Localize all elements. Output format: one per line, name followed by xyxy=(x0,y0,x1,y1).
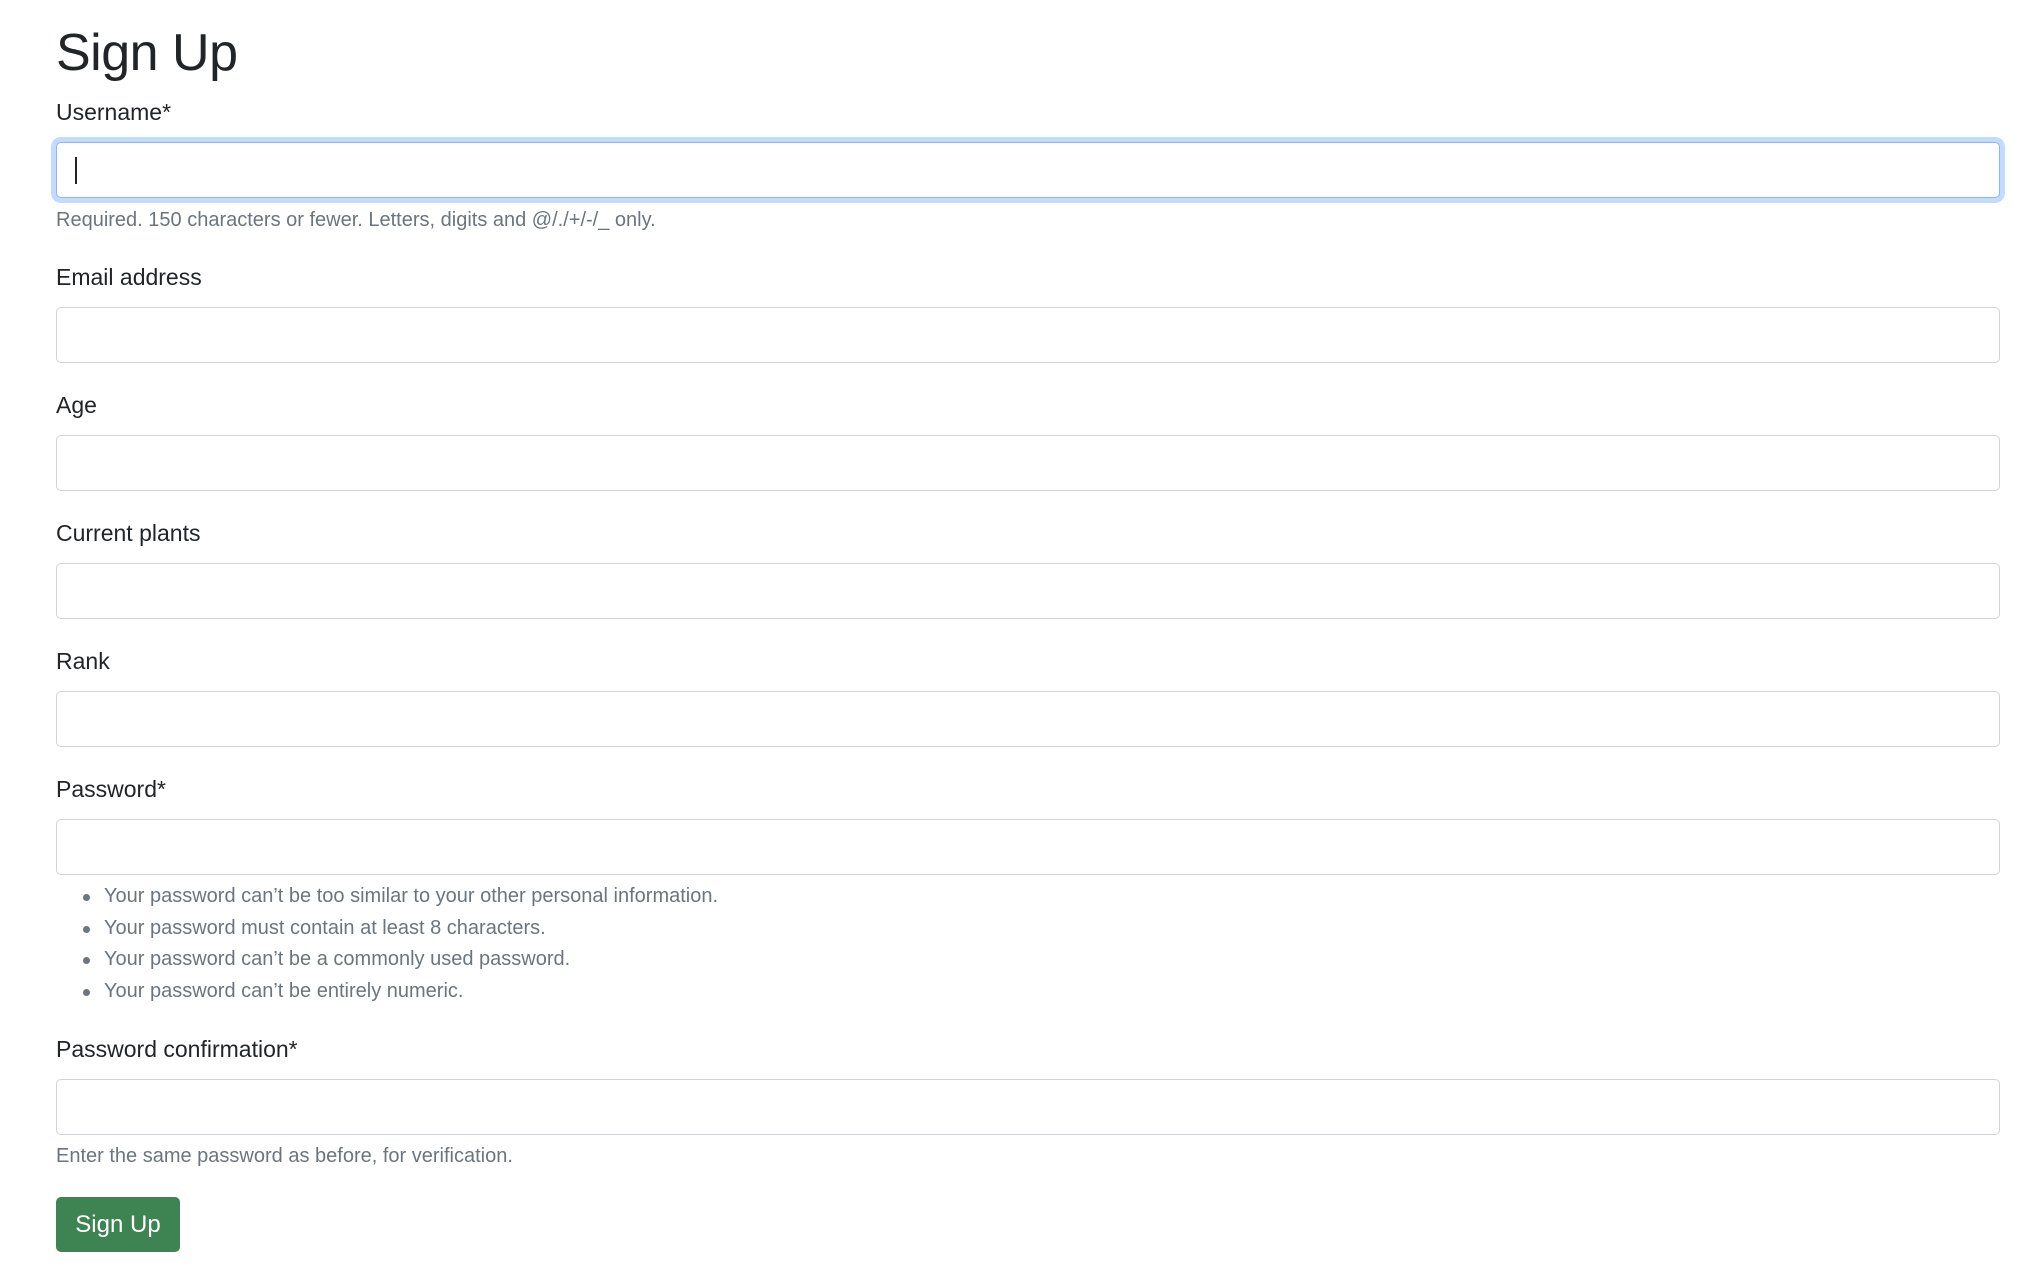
password-confirmation-label: Password confirmation* xyxy=(56,1036,298,1062)
email-input[interactable] xyxy=(56,307,2000,363)
age-label: Age xyxy=(56,392,97,418)
sign-up-button[interactable]: Sign Up xyxy=(56,1197,180,1252)
current-plants-input[interactable] xyxy=(56,563,2000,619)
password-confirmation-input[interactable] xyxy=(56,1079,2000,1135)
rank-input[interactable] xyxy=(56,691,2000,747)
username-input[interactable] xyxy=(56,142,2000,198)
username-help-text: Required. 150 characters or fewer. Lette… xyxy=(56,209,656,231)
email-label: Email address xyxy=(56,264,202,290)
rank-label: Rank xyxy=(56,648,110,674)
password-rule: Your password can’t be a commonly used p… xyxy=(56,944,718,976)
username-label: Username* xyxy=(56,99,172,125)
page-title: Sign Up xyxy=(56,24,238,82)
password-rule: Your password can’t be entirely numeric. xyxy=(56,976,718,1008)
password-label: Password* xyxy=(56,776,166,802)
password-confirmation-help-text: Enter the same password as before, for v… xyxy=(56,1145,513,1167)
password-input[interactable] xyxy=(56,819,2000,875)
age-input[interactable] xyxy=(56,435,2000,491)
password-rules-list: Your password can’t be too similar to yo… xyxy=(56,881,718,1008)
current-plants-label: Current plants xyxy=(56,520,201,546)
password-rule: Your password can’t be too similar to yo… xyxy=(56,881,718,913)
password-rule: Your password must contain at least 8 ch… xyxy=(56,913,718,945)
text-caret xyxy=(75,157,77,184)
